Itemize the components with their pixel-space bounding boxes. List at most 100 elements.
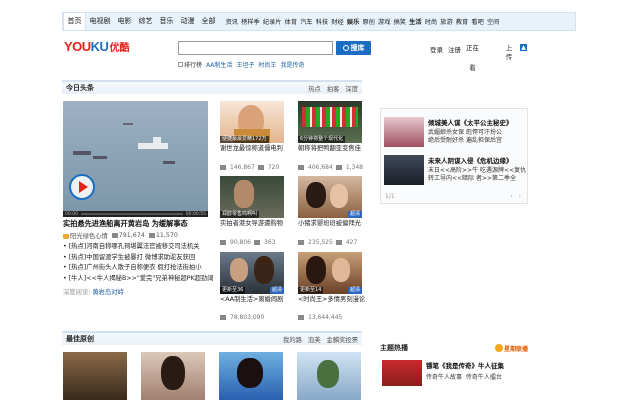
- promo-title[interactable]: 倾城美人谋《太平公主秘史》: [428, 117, 513, 127]
- theme-link[interactable]: 传奇牛人擂台: [466, 374, 502, 381]
- video-thumbnail[interactable]: [219, 352, 283, 400]
- nav-item[interactable]: 汽车: [299, 17, 315, 26]
- nav-item[interactable]: 时尚: [423, 17, 439, 26]
- nav-item[interactable]: 榜样季: [240, 17, 262, 26]
- nav-item[interactable]: 音乐: [156, 13, 177, 30]
- play-count-value: 146,867: [230, 164, 255, 171]
- nav-item[interactable]: 教育: [454, 17, 470, 26]
- headline-item[interactable]: • [热点]河南自称哪孔祠堪翼法官被移交司法机关: [63, 243, 214, 251]
- nav-item[interactable]: 动漫: [177, 13, 198, 30]
- next-arrow-icon[interactable]: ›: [519, 193, 521, 200]
- promo-line[interactable]: 绝后受耐好杀: [428, 137, 464, 144]
- video-thumbnail[interactable]: 6分钟将整个现代化: [298, 101, 362, 143]
- video-thumbnail[interactable]: 郑醇零售鸣啊叫: [220, 176, 284, 218]
- upload-link[interactable]: 上 传: [505, 44, 513, 62]
- tab-puff[interactable]: 泡芙: [308, 335, 321, 344]
- nav-item[interactable]: 纪录片: [261, 17, 283, 26]
- promo-line[interactable]: 者>>第二季全: [476, 175, 516, 182]
- promo-title[interactable]: 未来人阴谋入侵《危机边缘》: [428, 155, 526, 165]
- nav-item[interactable]: 搞笑: [392, 17, 408, 26]
- video-thumbnail[interactable]: [141, 352, 205, 400]
- video-thumbnail[interactable]: 便捷最最爱精172万: [220, 101, 284, 143]
- tab-paike[interactable]: 拍客: [327, 84, 340, 93]
- top-nav-bar: 首页 电视剧 电影 综艺 音乐 动漫 全部 资讯 榜样季 纪录片 体育 汽车 科技 财经 娱乐 原创 游戏 搞笑…: [62, 12, 576, 31]
- promo-line[interactable]: 彪悍可汗扮公: [466, 129, 502, 136]
- ship-small: [93, 156, 107, 159]
- deep-read-link[interactable]: 黄岩岛对峙: [92, 289, 123, 296]
- promo-item[interactable]: 未来人阴谋入侵《危机边缘》 末日<<高阶>>牛 吃遇源牌<<复仇 转工导内<<暗…: [384, 155, 526, 185]
- hot-word-link[interactable]: 时尚王: [258, 60, 276, 69]
- youku-logo[interactable]: YOUKU 优酷: [64, 39, 129, 54]
- face-shape: [330, 184, 348, 208]
- video-thumbnail[interactable]: 更新至14 超清: [298, 252, 362, 294]
- video-thumbnail[interactable]: 超清: [298, 176, 362, 218]
- promo-thumbnail[interactable]: [384, 155, 424, 185]
- hot-word-link[interactable]: 我是传奇: [280, 60, 304, 69]
- tab-award[interactable]: 金麟奖投票: [327, 335, 358, 344]
- tab-deep[interactable]: 深度: [345, 84, 358, 93]
- video-thumbnail[interactable]: [63, 352, 127, 400]
- main-video-player[interactable]: [63, 101, 208, 211]
- headline-item[interactable]: • [牛人]<<牛人揭秘B>>"爱完"兄弟神秘超PK超劲阔: [63, 275, 214, 283]
- play-button[interactable]: [69, 174, 95, 200]
- nav-item[interactable]: 首页: [63, 13, 86, 30]
- nav-item[interactable]: 空间: [485, 17, 501, 26]
- promo-line[interactable]: 转工导内<<暗际: [428, 175, 474, 182]
- thumb-title[interactable]: 小猪求婴班班被偏拜光: [298, 220, 368, 229]
- promo-line[interactable]: 遍乱担保后宫: [466, 137, 502, 144]
- login-link[interactable]: 登录: [430, 44, 443, 73]
- headline-item[interactable]: • [热点]广州街头人散子自称便衣 假打抢法街拍小: [63, 264, 214, 272]
- thumb-title[interactable]: 朝称将把鸭翻亚变焦佳: [298, 145, 368, 154]
- tab-hot[interactable]: 热点: [308, 84, 321, 93]
- rank-checkbox[interactable]: 排行榜: [178, 60, 202, 69]
- upload-icon[interactable]: ▲: [520, 44, 527, 51]
- register-link[interactable]: 注册: [448, 44, 461, 73]
- nav-item[interactable]: 生活: [408, 17, 424, 26]
- search-button[interactable]: 搜库: [336, 41, 371, 55]
- watching-link[interactable]: 正在 看: [466, 44, 479, 73]
- nav-item[interactable]: 看吧: [470, 17, 486, 26]
- nav-item[interactable]: 原创: [361, 17, 377, 26]
- thumb-meta: 90,806 363: [220, 239, 275, 246]
- prev-arrow-icon[interactable]: ‹: [510, 193, 512, 200]
- brand-logo-icon: [494, 344, 503, 352]
- nav-item[interactable]: 电视剧: [86, 13, 114, 30]
- theme-link[interactable]: 传奇牛人故事: [426, 374, 462, 381]
- nav-item[interactable]: 综艺: [135, 13, 156, 30]
- nav-item[interactable]: 财经: [330, 17, 346, 26]
- nav-item[interactable]: 电影: [114, 13, 135, 30]
- theme-item[interactable]: 镖笔《我是传奇》牛人征集 传奇牛人故事 传奇牛人擂台: [382, 360, 504, 386]
- search-input[interactable]: [178, 41, 333, 55]
- promo-thumbnail[interactable]: [384, 117, 424, 147]
- theme-item-title[interactable]: 镖笔《我是传奇》牛人征集: [426, 360, 504, 370]
- headline-item[interactable]: • [热点]中国留渡学生被暴打 微博求助驼友获回: [63, 254, 214, 262]
- hot-word-link[interactable]: 王坦子: [236, 60, 254, 69]
- progress-bar[interactable]: [80, 213, 183, 215]
- nav-item[interactable]: 体育: [283, 17, 299, 26]
- theme-brand[interactable]: 星期联播: [494, 344, 528, 353]
- thumb-title[interactable]: 实拍者港女导游遭购物: [220, 220, 290, 229]
- promo-line[interactable]: 吃遇源牌<<复仇: [480, 167, 526, 174]
- brand-label: 星期联播: [503, 345, 528, 353]
- theme-thumbnail[interactable]: [382, 360, 422, 386]
- deep-read: 深度阅读: 黄岩岛对峙: [63, 287, 124, 296]
- video-thumbnail[interactable]: 更新至36 超清: [220, 252, 284, 294]
- hot-word-link[interactable]: AA制生活: [206, 60, 232, 69]
- nav-item[interactable]: 资讯: [224, 17, 240, 26]
- nav-item[interactable]: 全部: [198, 13, 219, 30]
- video-thumbnail[interactable]: [297, 352, 361, 400]
- nav-item[interactable]: 科技: [314, 17, 330, 26]
- thumb-title[interactable]: <AA制生活>离婚闹剧: [220, 296, 290, 305]
- tab-my-road[interactable]: 我的路: [283, 335, 302, 344]
- promo-line[interactable]: 末日<<高阶>>牛: [428, 167, 478, 174]
- nav-item[interactable]: 旅游: [439, 17, 455, 26]
- thumb-title[interactable]: <时尚王>多情男刻漫论: [298, 296, 368, 305]
- uploader[interactable]: 阳光绿色心情: [63, 231, 108, 240]
- thumb-title[interactable]: 谢世龙最惊称道僵电判: [220, 145, 290, 154]
- main-video-title[interactable]: 实拍悬先进渔船离开黄岩岛 为缓解事态: [63, 219, 188, 229]
- nav-item[interactable]: 游戏: [376, 17, 392, 26]
- video-control-bar[interactable]: 00:00 00:00:55: [63, 211, 208, 217]
- nav-item[interactable]: 娱乐: [345, 17, 361, 26]
- promo-item[interactable]: 倾城美人谋《太平公主秘史》 武媚娘杀女保 彪悍可汗扮公 绝后受耐好杀 遍乱担保后…: [384, 117, 513, 147]
- promo-line[interactable]: 武媚娘杀女保: [428, 129, 464, 136]
